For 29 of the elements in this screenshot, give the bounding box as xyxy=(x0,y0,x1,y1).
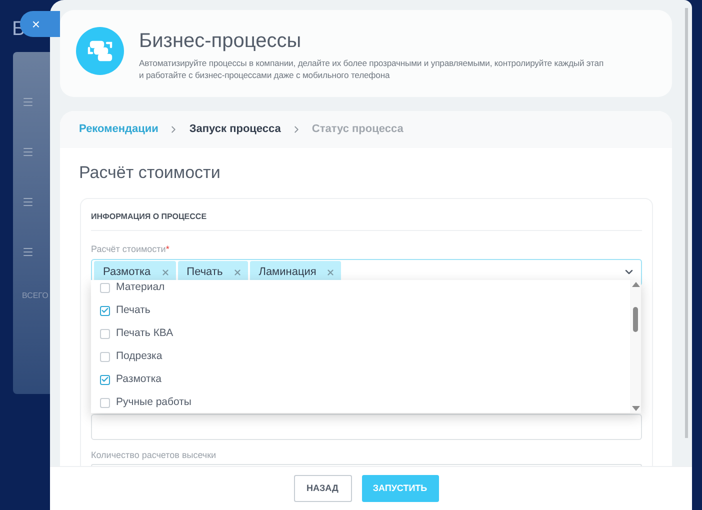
drag-handle-icon xyxy=(22,96,34,108)
section-title: ИНФОРМАЦИЯ О ПРОЦЕССЕ xyxy=(91,199,642,231)
back-button[interactable]: НАЗАД xyxy=(294,475,352,502)
header-title: Бизнес-процессы xyxy=(139,29,302,54)
dropdown-option[interactable]: Размотка xyxy=(100,368,630,391)
checkbox[interactable] xyxy=(100,306,110,316)
dropdown-option[interactable]: Печать КВА xyxy=(100,322,630,345)
remove-icon[interactable] xyxy=(160,268,170,276)
checkbox[interactable] xyxy=(100,328,110,338)
header-description: Автоматизируйте процессы в компании, делайте их более прозрачными и управляемыми, контролируйте каждый этап и работайте с бизнес-процессами даже с мобильного телефона xyxy=(139,57,605,81)
checkbox[interactable] xyxy=(100,352,110,362)
dropdown-option[interactable]: Подрезка xyxy=(100,345,630,368)
page-title: Расчёт стоимости xyxy=(79,162,220,184)
field-label: Расчёт стоимости* xyxy=(91,243,170,256)
dropdown-option[interactable]: Печать xyxy=(100,299,630,322)
breadcrumb-item[interactable]: Запуск процесса xyxy=(189,121,281,138)
dropdown-option[interactable]: Ручные работы xyxy=(100,391,630,413)
checkbox[interactable] xyxy=(100,398,110,408)
checkbox[interactable] xyxy=(100,374,110,384)
cut-field-label: Количество расчетов высечки xyxy=(91,448,216,460)
text-field[interactable] xyxy=(91,414,642,440)
remove-icon[interactable] xyxy=(326,268,336,276)
drag-handle-icon xyxy=(22,146,34,158)
drag-handle-icon xyxy=(22,246,34,258)
total-label: ВСЕГО xyxy=(22,290,48,302)
remove-icon[interactable] xyxy=(232,268,242,276)
drag-handle-icon xyxy=(22,196,34,208)
process-icon xyxy=(76,27,124,75)
checkbox[interactable] xyxy=(100,282,110,292)
